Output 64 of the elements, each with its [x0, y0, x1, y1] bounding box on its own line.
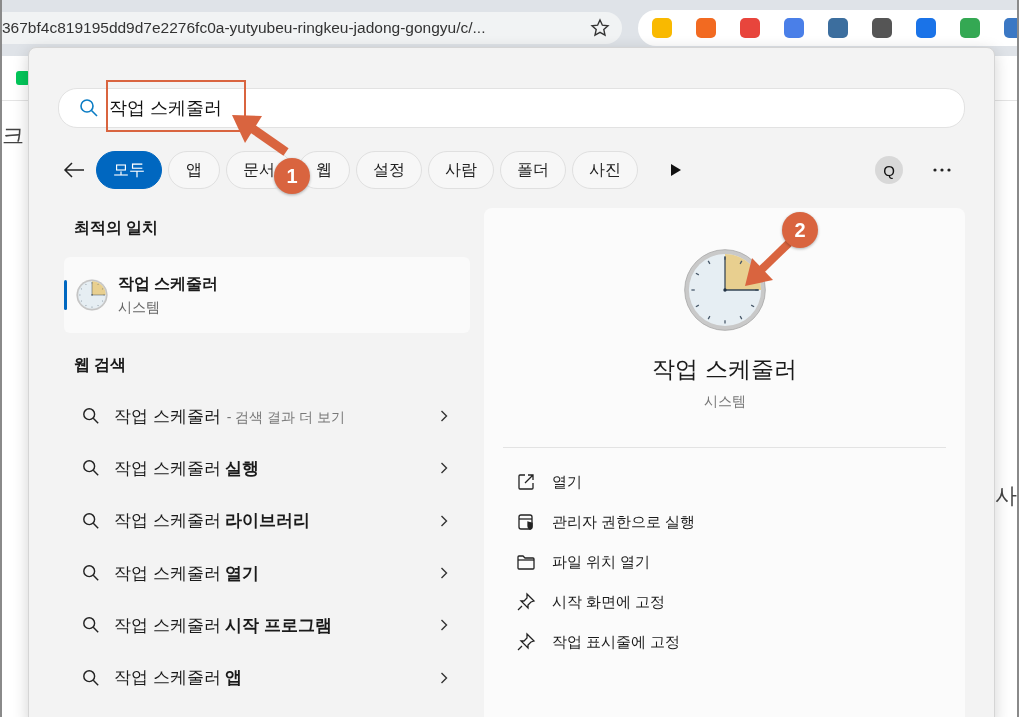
section-heading: 웹 검색 — [74, 355, 128, 375]
action-link[interactable]: 작업 표시줄에 고정 — [552, 632, 681, 652]
search-suggestion[interactable]: 작업 스케줄러 라이브러리 — [114, 509, 311, 533]
filter-tab[interactable]: 앱 — [168, 151, 220, 189]
search-suggestion[interactable]: 작업 스케줄러 앱 — [114, 666, 243, 690]
search-icon — [82, 511, 100, 530]
chevron-right-icon[interactable] — [440, 567, 448, 580]
chevron-right-icon[interactable] — [440, 462, 448, 475]
action-link[interactable]: 시작 화면에 고정 — [552, 592, 666, 612]
page-text: 사 — [995, 482, 1017, 510]
chevron-right-icon[interactable] — [440, 671, 448, 684]
filter-tab[interactable]: 폴더 — [500, 151, 566, 189]
extension-icon[interactable] — [872, 18, 892, 38]
extension-icon[interactable] — [696, 18, 716, 38]
suggestion-hint: - 검색 결과 더 보기 — [226, 408, 345, 427]
arrow — [232, 115, 289, 156]
app-category: 시스템 — [703, 393, 746, 411]
extension-icon[interactable] — [828, 18, 848, 38]
chevron-right-icon[interactable] — [440, 514, 448, 527]
search-icon — [82, 459, 100, 478]
search-suggestion[interactable]: 작업 스케줄러 시작 프로그램 — [114, 613, 333, 637]
chevron-right-icon[interactable] — [440, 619, 448, 632]
app-category: 시스템 — [118, 298, 161, 317]
selection-indicator — [64, 280, 67, 310]
extension-icon[interactable] — [784, 18, 804, 38]
page-text: 크 — [2, 122, 24, 150]
search-suggestion[interactable]: 작업 스케줄러 실행 — [114, 456, 260, 480]
extension-icon[interactable] — [740, 18, 760, 38]
address-bar[interactable]: 367bf4c819195dd9d7e2276fc0a-yutyubeu-ringkeu-jadong-gongyu/c/... — [2, 12, 622, 44]
best-match-item[interactable]: 작업 스케줄러 시스템 — [64, 257, 470, 333]
filter-tab[interactable]: 사람 — [428, 151, 494, 189]
search-field[interactable]: 작업 스케줄러 — [58, 88, 965, 128]
action-link[interactable]: 관리자 권한으로 실행 — [552, 512, 696, 532]
play-icon — [670, 163, 682, 177]
back-arrow-icon — [62, 160, 86, 180]
app-title: 작업 스케줄러 — [118, 273, 219, 294]
external-link-icon — [516, 472, 536, 492]
pin-icon — [516, 592, 536, 612]
filter-tab[interactable]: 사진 — [572, 151, 638, 189]
search-suggestion[interactable]: 작업 스케줄러 열기 — [114, 561, 260, 585]
section-heading: 최적의 일치 — [74, 218, 160, 238]
search-icon — [82, 564, 100, 583]
filter-tab[interactable]: 모두 — [96, 151, 162, 189]
clock-icon — [76, 279, 108, 311]
account-button[interactable]: Q — [875, 156, 903, 184]
arrow — [745, 240, 792, 286]
search-suggestion[interactable]: 작업 스케줄러 — [114, 404, 221, 428]
search-icon — [82, 668, 100, 687]
search-icon — [82, 616, 100, 635]
search-icon — [79, 98, 99, 118]
action-link[interactable]: 파일 위치 열기 — [552, 552, 651, 572]
clock-icon — [682, 248, 767, 332]
shield-window-icon — [516, 512, 536, 532]
folder-icon — [516, 552, 536, 572]
extension-icon[interactable] — [916, 18, 936, 38]
chevron-right-icon[interactable] — [440, 410, 448, 423]
search-icon — [82, 407, 100, 426]
pin-icon — [516, 632, 536, 652]
app-title: 작업 스케줄러 — [652, 355, 797, 384]
ellipsis-icon — [933, 168, 951, 172]
filter-tab[interactable]: 설정 — [356, 151, 422, 189]
star-icon[interactable] — [590, 18, 610, 38]
action-link[interactable]: 열기 — [552, 472, 582, 492]
url-text: 367bf4c819195dd9d7e2276fc0a-yutyubeu-ringkeu-jadong-gongyu/c/... — [2, 19, 486, 37]
